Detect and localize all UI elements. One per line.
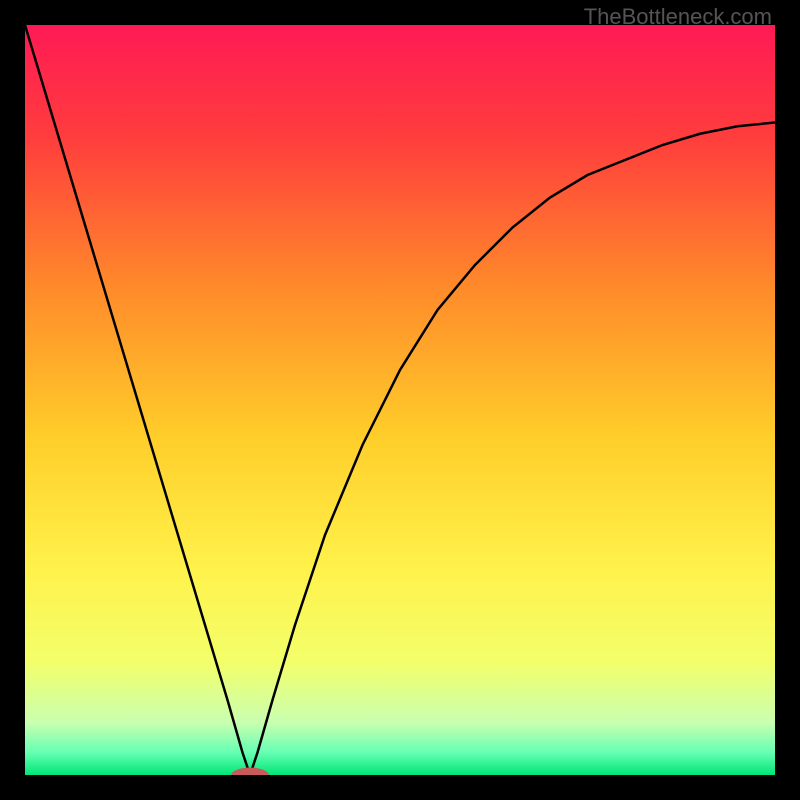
watermark-text: TheBottleneck.com	[584, 4, 772, 30]
chart-svg	[25, 25, 775, 775]
chart-plot-area	[25, 25, 775, 775]
